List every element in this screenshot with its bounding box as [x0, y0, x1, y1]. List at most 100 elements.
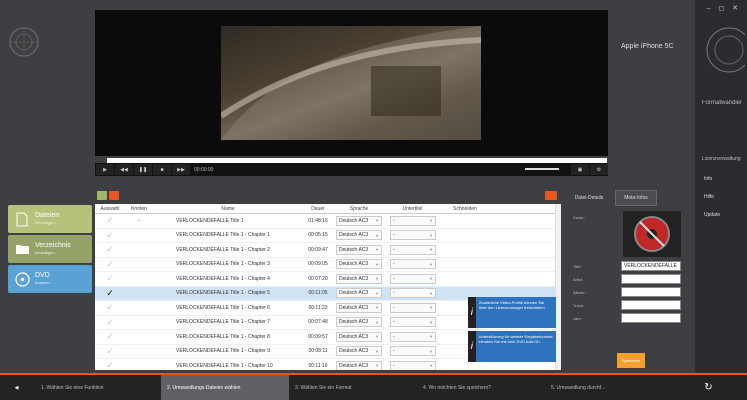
- step-1[interactable]: 1. Wählen Sie eine Funktion: [33, 375, 161, 400]
- play-button[interactable]: ▶: [96, 164, 114, 175]
- tip-dvd-text: Unterstützung für weitere Eingabeformate…: [478, 334, 553, 344]
- convert-icon[interactable]: ↻: [670, 375, 747, 400]
- language-value: Deutsch AC3: [339, 261, 369, 268]
- row-name: VERLOCKENDEFALLE Title 1 - Chapter 2: [176, 246, 270, 253]
- window-controls[interactable]: – ◻ ✕: [707, 4, 741, 12]
- file-icon: [13, 210, 31, 228]
- row-checkbox[interactable]: ✓: [95, 288, 125, 299]
- step-2[interactable]: 2. Umwandlungs-Dateien wählen: [161, 375, 289, 400]
- row-checkbox[interactable]: ✓: [95, 230, 125, 241]
- row-checkbox[interactable]: ✓: [95, 317, 125, 328]
- language-dropdown[interactable]: Deutsch AC3 ▼: [336, 215, 382, 226]
- info-icon: i: [468, 331, 476, 362]
- subtitle-dropdown[interactable]: - ▼: [390, 317, 436, 328]
- license-manager-link[interactable]: Lizenzverwaltung: [702, 156, 742, 162]
- language-dropdown[interactable]: Deutsch AC3 ▼: [336, 244, 382, 255]
- subtitle-dropdown[interactable]: - ▼: [390, 288, 436, 299]
- menu-info[interactable]: Info: [704, 176, 712, 182]
- col-cut: Schneiden: [453, 205, 477, 212]
- chevron-down-icon: ▼: [375, 290, 379, 296]
- table-row[interactable]: ✓ - VERLOCKENDEFALLE Title 1 01:48:16 Deutsc…: [95, 214, 561, 229]
- chevron-down-icon: ▼: [429, 290, 433, 296]
- row-checkbox[interactable]: ✓: [95, 244, 125, 255]
- tab-meta-info[interactable]: Meta-Infos: [615, 190, 657, 206]
- language-dropdown[interactable]: Deutsch AC3 ▼: [336, 346, 382, 357]
- table-row[interactable]: ✓ VERLOCKENDEFALLE Title 1 - Chapter 3 00:…: [95, 258, 561, 272]
- language-dropdown[interactable]: Deutsch AC3 ▼: [336, 288, 382, 299]
- tip-dvd-addon[interactable]: i Unterstützung für weitere Eingabeforma…: [468, 331, 556, 362]
- tab-file-details[interactable]: Datei-Details: [567, 190, 611, 206]
- add-icon[interactable]: [97, 191, 107, 200]
- table-row[interactable]: ✓ VERLOCKENDEFALLE Title 1 - Chapter 2 00:…: [95, 243, 561, 258]
- tip-license[interactable]: i Zusätzliche Video-Profile können Sie ü…: [468, 297, 556, 328]
- language-value: Deutsch AC3: [339, 217, 369, 224]
- year-field[interactable]: [621, 313, 681, 323]
- subtitle-dropdown[interactable]: - ▼: [390, 244, 436, 255]
- chevron-down-icon: ▼: [429, 276, 433, 282]
- menu-update[interactable]: Update: [704, 212, 720, 218]
- col-language: Sprache: [349, 205, 369, 212]
- save-button[interactable]: Speichern: [617, 353, 645, 368]
- stop-button[interactable]: ■: [153, 164, 171, 175]
- brand-label: Formatwandler 8: [702, 100, 742, 106]
- language-dropdown[interactable]: Deutsch AC3 ▼: [336, 230, 382, 241]
- snapshot-button[interactable]: ▣: [571, 164, 589, 175]
- dvd-icon: [13, 270, 31, 288]
- remove-icon[interactable]: [109, 191, 119, 200]
- language-dropdown[interactable]: Deutsch AC3 ▼: [336, 331, 382, 342]
- back-arrow-icon[interactable]: ◀: [0, 375, 33, 400]
- subtitle-dropdown[interactable]: - ▼: [390, 230, 436, 241]
- subtitle-dropdown[interactable]: - ▼: [390, 302, 436, 313]
- language-value: Deutsch AC3: [339, 333, 369, 340]
- row-checkbox[interactable]: ✓: [95, 215, 125, 226]
- title-field[interactable]: VERLOCKENDEFALLE: [621, 261, 681, 271]
- row-duration: 00:11:23: [308, 304, 328, 311]
- album-field[interactable]: [621, 287, 681, 297]
- pause-button[interactable]: ❚❚: [134, 164, 152, 175]
- add-folder-title: Verzeichnis: [35, 242, 71, 249]
- clear-list-icon[interactable]: [545, 191, 557, 200]
- volume-slider[interactable]: [525, 168, 559, 170]
- subtitle-dropdown[interactable]: - ▼: [390, 215, 436, 226]
- chevron-down-icon: ▼: [429, 261, 433, 267]
- subtitle-value: -: [393, 275, 395, 282]
- step-3[interactable]: 3. Wählen Sie ein Format: [289, 375, 417, 400]
- table-row[interactable]: ✓ VERLOCKENDEFALLE Title 1 - Chapter 4 00:…: [95, 272, 561, 287]
- select-dvd-title: DVD: [35, 272, 50, 279]
- language-value: Deutsch AC3: [339, 275, 369, 282]
- settings-button[interactable]: ⚙: [590, 164, 608, 175]
- subtitle-dropdown[interactable]: - ▼: [390, 259, 436, 270]
- menu-help[interactable]: Hilfe: [704, 194, 714, 200]
- row-checkbox[interactable]: ✓: [95, 302, 125, 313]
- subtitle-value: -: [393, 261, 395, 268]
- language-dropdown[interactable]: Deutsch AC3 ▼: [336, 302, 382, 313]
- language-dropdown[interactable]: Deutsch AC3 ▼: [336, 259, 382, 270]
- language-dropdown[interactable]: Deutsch AC3 ▼: [336, 360, 382, 370]
- row-duration: 00:11:16: [308, 362, 328, 369]
- subtitle-dropdown[interactable]: - ▼: [390, 346, 436, 357]
- subtitle-dropdown[interactable]: - ▼: [390, 331, 436, 342]
- step-4[interactable]: 4. Wo möchten Sie speichern?: [417, 375, 545, 400]
- subtitle-dropdown[interactable]: - ▼: [390, 360, 436, 370]
- add-folder-button[interactable]: Verzeichnis hinzufügen...: [8, 235, 92, 263]
- cover-image[interactable]: [623, 211, 681, 257]
- select-dvd-button[interactable]: DVD auswon...: [8, 265, 92, 293]
- rewind-button[interactable]: ◀◀: [115, 164, 133, 175]
- time-display: 00:00:00: [194, 166, 214, 173]
- forward-button[interactable]: ▶▶: [172, 164, 190, 175]
- row-checkbox[interactable]: ✓: [95, 331, 125, 342]
- row-checkbox[interactable]: ✓: [95, 360, 125, 370]
- row-checkbox[interactable]: ✓: [95, 273, 125, 284]
- subtitle-dropdown[interactable]: - ▼: [390, 273, 436, 284]
- artist-field[interactable]: [621, 274, 681, 284]
- language-dropdown[interactable]: Deutsch AC3 ▼: [336, 273, 382, 284]
- language-value: Deutsch AC3: [339, 319, 369, 326]
- step-5[interactable]: 5. Umwandlung durchf...: [545, 375, 670, 400]
- language-dropdown[interactable]: Deutsch AC3 ▼: [336, 317, 382, 328]
- add-files-button[interactable]: Dateien hinzufügen...: [8, 205, 92, 233]
- info-icon: i: [468, 297, 476, 328]
- track-field[interactable]: [621, 300, 681, 310]
- table-row[interactable]: ✓ VERLOCKENDEFALLE Title 1 - Chapter 1 00:…: [95, 229, 561, 243]
- row-checkbox[interactable]: ✓: [95, 259, 125, 270]
- row-checkbox[interactable]: ✓: [95, 346, 125, 357]
